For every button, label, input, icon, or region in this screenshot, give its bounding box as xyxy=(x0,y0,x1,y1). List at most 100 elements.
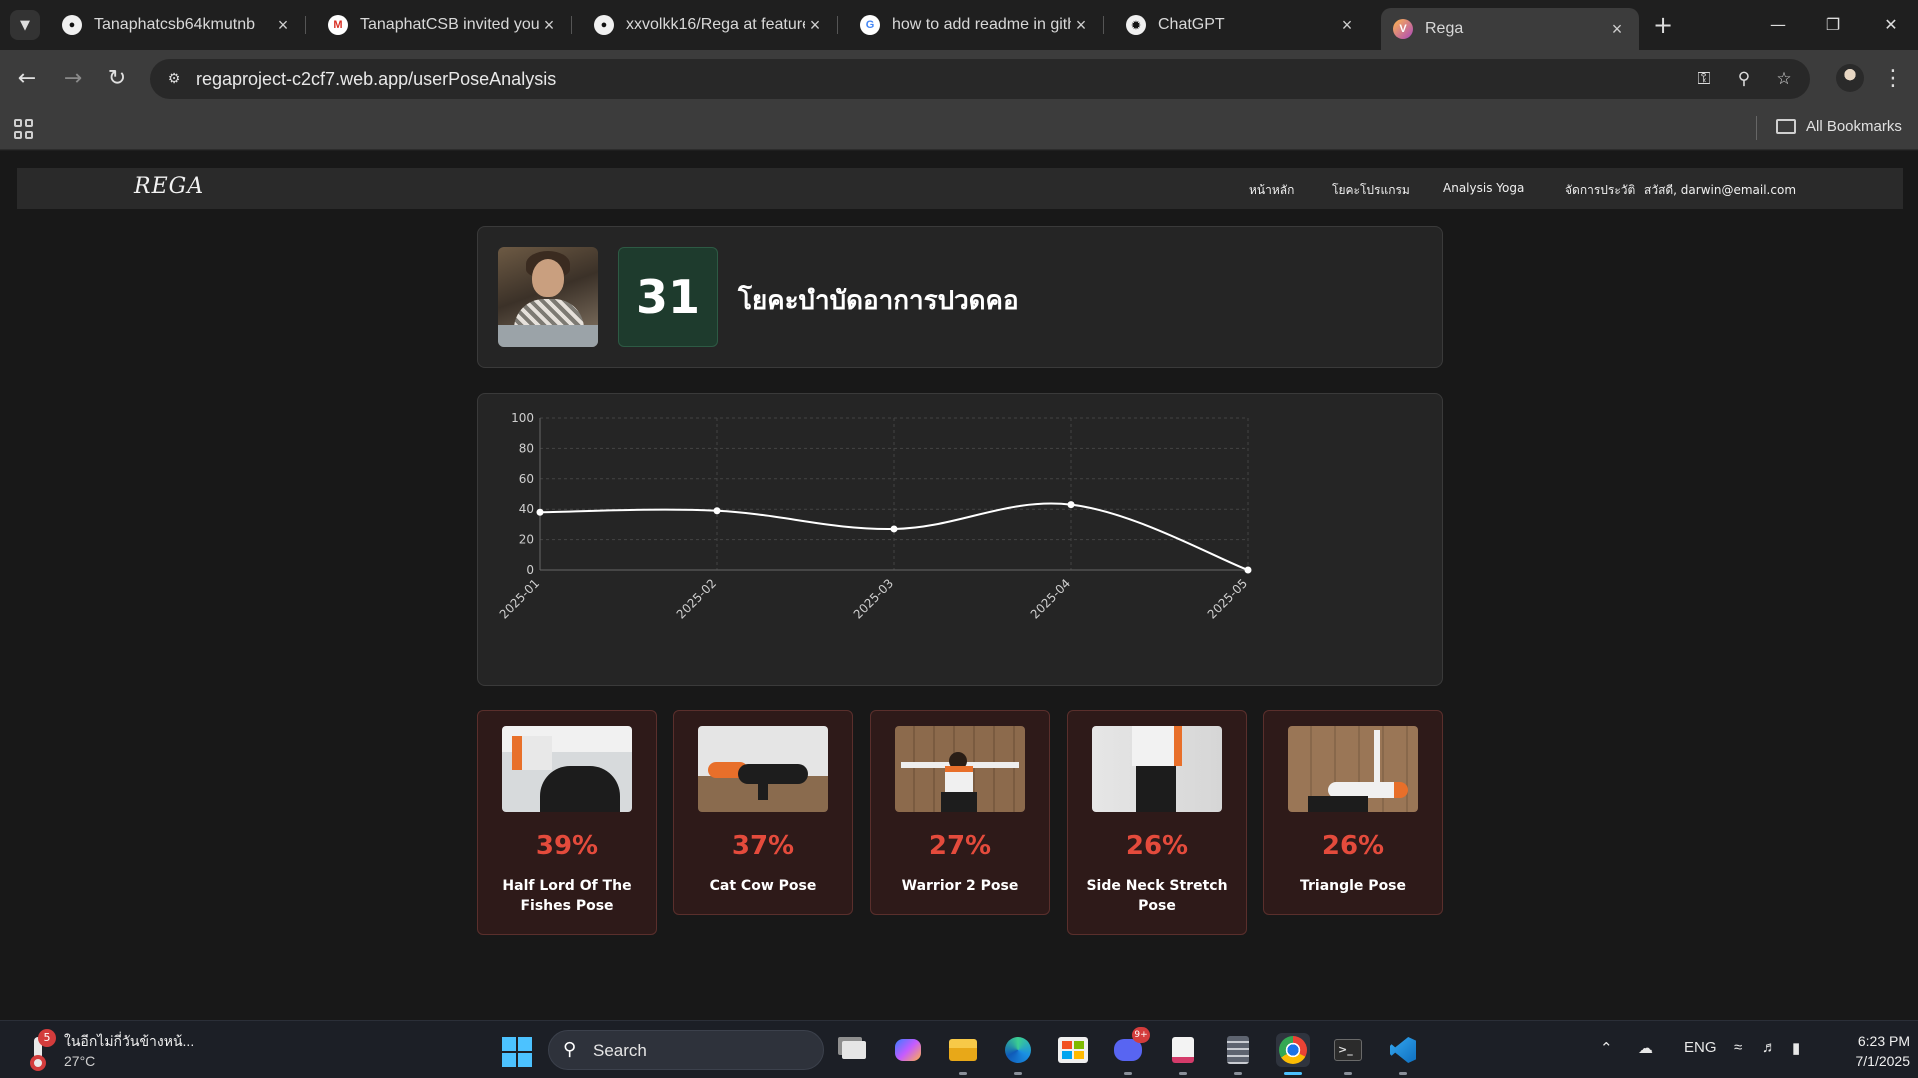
search-icon: ⚲ xyxy=(563,1039,577,1060)
pose-percent: 37% xyxy=(731,831,795,861)
zoom-icon[interactable]: ⚲ xyxy=(1732,67,1756,91)
close-window-button[interactable]: ✕ xyxy=(1876,10,1906,40)
google-icon: G xyxy=(860,15,880,35)
data-point xyxy=(713,507,721,515)
all-bookmarks-button[interactable]: All Bookmarks xyxy=(1776,118,1902,135)
show-hidden-icons[interactable]: ⌃ xyxy=(1600,1039,1613,1057)
vscode-icon[interactable] xyxy=(1386,1033,1420,1067)
rega-icon: V xyxy=(1393,19,1413,39)
calculator-icon[interactable] xyxy=(1221,1033,1255,1067)
series-line xyxy=(539,502,1249,571)
data-point xyxy=(536,508,544,516)
github-icon: ● xyxy=(62,15,82,35)
site-navbar: REGA หน้าหลัก โยคะโปรแกรม Analysis Yoga … xyxy=(17,168,1903,209)
pose-name: Warrior 2 Pose xyxy=(901,878,1019,894)
pose-thumbnail xyxy=(1288,726,1418,812)
bookmarks-bar: All Bookmarks xyxy=(0,108,1918,150)
battery-icon[interactable]: ▮ xyxy=(1792,1039,1800,1057)
nav-link-manage-history[interactable]: จัดการประวัติ xyxy=(1565,181,1635,200)
x-tick-label: 2025-04 xyxy=(1028,576,1073,621)
close-tab-icon[interactable]: × xyxy=(1071,15,1091,36)
pose-card[interactable]: 26% Triangle Pose xyxy=(1263,710,1443,915)
x-tick-label: 2025-03 xyxy=(851,576,896,621)
browser-toolbar: ← → ↻ ⚙ regaproject-c2cf7.web.app/userPo… xyxy=(0,50,1918,108)
pose-card[interactable]: 39% Half Lord Of The Fishes Pose xyxy=(477,710,657,935)
restore-button[interactable]: ❐ xyxy=(1818,10,1848,40)
password-key-icon[interactable]: ⚿ xyxy=(1692,67,1716,91)
taskbar-search[interactable]: ⚲ Search xyxy=(548,1030,824,1070)
site-logo[interactable]: REGA xyxy=(134,174,204,199)
site-info-icon[interactable]: ⚙ xyxy=(160,65,188,93)
browser-tab[interactable]: M TanaphatCSB invited you to × xyxy=(316,8,572,42)
program-title: โยคะบำบัดอาการปวดคอ xyxy=(738,286,1019,316)
nav-link-yoga-program[interactable]: โยคะโปรแกรม xyxy=(1332,181,1410,200)
y-tick-label: 40 xyxy=(519,502,534,516)
nav-link-home[interactable]: หน้าหลัก xyxy=(1249,181,1294,200)
address-bar[interactable]: ⚙ regaproject-c2cf7.web.app/userPoseAnal… xyxy=(150,59,1810,99)
github-icon: ● xyxy=(594,15,614,35)
minimize-button[interactable]: — xyxy=(1763,10,1793,40)
task-view-icon[interactable] xyxy=(837,1033,871,1067)
browser-tab[interactable]: G how to add readme in gith × xyxy=(848,8,1104,42)
clock-date: 7/1/2025 xyxy=(1855,1053,1911,1069)
url-text[interactable]: regaproject-c2cf7.web.app/userPoseAnalys… xyxy=(196,69,556,90)
x-tick-label: 2025-01 xyxy=(497,576,542,621)
snipping-tool-icon[interactable] xyxy=(1166,1033,1200,1067)
pose-card[interactable]: 27% Warrior 2 Pose xyxy=(870,710,1050,915)
pose-percent: 27% xyxy=(928,831,992,861)
new-tab-button[interactable]: + xyxy=(1650,12,1676,38)
windows-start-icon[interactable] xyxy=(502,1037,532,1067)
apps-grid-icon[interactable] xyxy=(14,119,34,139)
language-indicator[interactable]: ENG xyxy=(1684,1039,1717,1056)
y-tick-label: 0 xyxy=(526,563,534,577)
volume-icon[interactable]: ♬ xyxy=(1762,1039,1777,1056)
close-tab-icon[interactable]: × xyxy=(1337,15,1357,36)
pose-card[interactable]: 37% Cat Cow Pose xyxy=(673,710,853,915)
bookmarks-divider xyxy=(1756,116,1757,140)
weather-widget[interactable]: ในอีกไม่กี่วันข้างหน้... 27°C xyxy=(64,1031,194,1071)
browser-tab[interactable]: ✹ ChatGPT × xyxy=(1114,8,1369,42)
y-tick-label: 100 xyxy=(511,411,534,425)
tab-search-button[interactable]: ▼ xyxy=(10,10,40,40)
system-clock[interactable]: 6:23 PM 7/1/2025 xyxy=(1836,1031,1911,1071)
y-tick-label: 80 xyxy=(519,441,534,455)
terminal-icon[interactable]: >_ xyxy=(1331,1033,1365,1067)
wifi-icon[interactable]: ≈ xyxy=(1734,1039,1742,1056)
nav-user-greeting[interactable]: สวัสดี, darwin@email.com xyxy=(1644,181,1796,200)
chrome-icon[interactable] xyxy=(1276,1033,1310,1067)
web-page: REGA หน้าหลัก โยคะโปรแกรม Analysis Yoga … xyxy=(0,151,1918,1020)
browser-menu-icon[interactable]: ⋮ xyxy=(1882,64,1904,94)
profile-avatar[interactable] xyxy=(1836,64,1864,92)
forward-button[interactable]: → xyxy=(58,64,88,94)
pose-percent: 26% xyxy=(1125,831,1189,861)
file-explorer-icon[interactable] xyxy=(946,1033,980,1067)
close-tab-icon[interactable]: × xyxy=(805,15,825,36)
all-bookmarks-label: All Bookmarks xyxy=(1806,118,1902,135)
weather-badge: 5 xyxy=(38,1029,56,1047)
edge-icon[interactable] xyxy=(1001,1033,1035,1067)
pose-thumbnail xyxy=(698,726,828,812)
chatgpt-icon: ✹ xyxy=(1126,15,1146,35)
search-label: Search xyxy=(593,1041,647,1060)
browser-tab[interactable]: ● xxvolkk16/Rega at feature/ × xyxy=(582,8,838,42)
onedrive-icon[interactable]: ☁ xyxy=(1638,1039,1653,1057)
reload-button[interactable]: ↻ xyxy=(102,64,132,94)
browser-tab-active[interactable]: V Rega × xyxy=(1381,8,1639,50)
weather-text: ในอีกไม่กี่วันข้างหน้... xyxy=(64,1033,195,1049)
pose-card[interactable]: 26% Side Neck Stretch Pose xyxy=(1067,710,1247,935)
windows-taskbar: 5 ในอีกไม่กี่วันข้างหน้... 27°C ⚲ Search… xyxy=(0,1020,1918,1078)
microsoft-store-icon[interactable] xyxy=(1056,1033,1090,1067)
close-tab-icon[interactable]: × xyxy=(539,15,559,36)
x-tick-label: 2025-05 xyxy=(1205,576,1250,621)
chart-card: 0 20 40 60 80 100 2025-01 2025-02 2025-03 2025-04… xyxy=(477,393,1443,686)
back-button[interactable]: ← xyxy=(12,64,42,94)
nav-link-analysis-yoga[interactable]: Analysis Yoga xyxy=(1443,181,1524,195)
program-card: 31 โยคะบำบัดอาการปวดคอ xyxy=(477,226,1443,368)
close-tab-icon[interactable]: × xyxy=(273,15,293,36)
browser-tab-strip: ▼ ● Tanaphatcsb64kmutnb × M TanaphatCSB … xyxy=(0,0,1918,50)
bookmark-star-icon[interactable]: ☆ xyxy=(1772,67,1796,91)
gmail-icon: M xyxy=(328,15,348,35)
close-tab-icon[interactable]: × xyxy=(1607,19,1627,40)
browser-tab[interactable]: ● Tanaphatcsb64kmutnb × xyxy=(50,8,306,42)
copilot-icon[interactable] xyxy=(891,1033,925,1067)
